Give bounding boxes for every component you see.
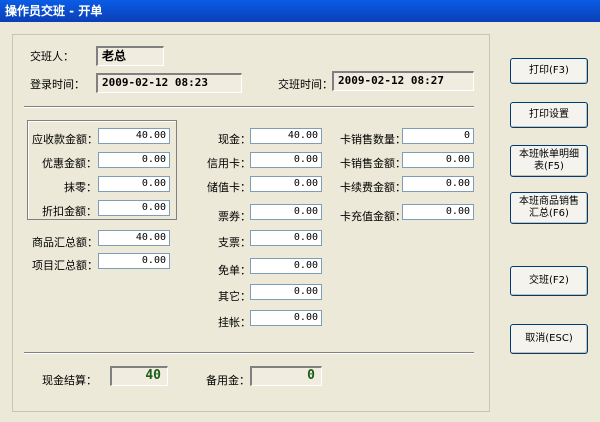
- login-time-field: 2009-02-12 08:23: [96, 73, 242, 93]
- reserve-label: 备用金：: [206, 374, 250, 387]
- goods-total-field[interactable]: 40.00: [98, 230, 170, 246]
- other-label: 其它：: [218, 290, 251, 303]
- item-total-label: 项目汇总额：: [32, 259, 98, 272]
- cheque-field[interactable]: 0.00: [250, 230, 322, 246]
- rebate-label: 折扣金额：: [42, 205, 97, 218]
- cash-settle-label: 现金结算：: [42, 374, 97, 387]
- coupon-field[interactable]: 0.00: [250, 204, 322, 220]
- discount-label: 优惠金额：: [42, 157, 97, 170]
- reserve-field: 0: [250, 366, 322, 386]
- cash-label: 现金：: [218, 133, 251, 146]
- handover-button[interactable]: 交班(F2): [510, 266, 588, 296]
- free-label: 免单：: [218, 264, 251, 277]
- handover-time-label: 交班时间：: [278, 78, 333, 91]
- card-sales-amt-field[interactable]: 0.00: [402, 152, 474, 168]
- cheque-label: 支票：: [218, 236, 251, 249]
- other-field[interactable]: 0.00: [250, 284, 322, 300]
- rebate-field[interactable]: 0.00: [98, 200, 170, 216]
- title-bar: 操作员交班 - 开单: [0, 0, 600, 22]
- free-field[interactable]: 0.00: [250, 258, 322, 274]
- card-renew-field[interactable]: 0.00: [402, 176, 474, 192]
- card-renew-label: 卡续费金额：: [340, 181, 406, 194]
- cash-settle-field: 40: [110, 366, 168, 386]
- print-button[interactable]: 打印(F3): [510, 58, 588, 84]
- discount-field[interactable]: 0.00: [98, 152, 170, 168]
- cancel-button[interactable]: 取消(ESC): [510, 324, 588, 354]
- print-settings-button[interactable]: 打印设置: [510, 102, 588, 128]
- divider-bottom: [24, 352, 474, 354]
- handover-time-field: 2009-02-12 08:27: [332, 71, 474, 91]
- rounding-label: 抹零：: [64, 181, 97, 194]
- credit-account-label: 挂帐：: [218, 316, 251, 329]
- credit-card-field[interactable]: 0.00: [250, 152, 322, 168]
- card-recharge-label: 卡充值金额：: [340, 210, 406, 223]
- cash-field[interactable]: 40.00: [250, 128, 322, 144]
- card-sales-amt-label: 卡销售金额：: [340, 157, 406, 170]
- credit-account-field[interactable]: 0.00: [250, 310, 322, 326]
- handover-window: 操作员交班 - 开单 交班人： 老总 登录时间： 2009-02-12 08:2…: [0, 0, 600, 422]
- receivable-label: 应收款金额：: [32, 133, 98, 146]
- item-total-field[interactable]: 0.00: [98, 253, 170, 269]
- shift-detail-button[interactable]: 本班帐单明细表(F5): [510, 145, 588, 177]
- card-recharge-field[interactable]: 0.00: [402, 204, 474, 220]
- credit-card-label: 信用卡：: [207, 157, 251, 170]
- card-sales-qty-label: 卡销售数量：: [340, 133, 406, 146]
- handover-person-field: 老总: [96, 46, 164, 66]
- stored-card-field[interactable]: 0.00: [250, 176, 322, 192]
- handover-person-label: 交班人：: [30, 50, 74, 63]
- goods-summary-button[interactable]: 本班商品销售汇总(F6): [510, 192, 588, 224]
- divider-top: [24, 106, 474, 108]
- login-time-label: 登录时间：: [30, 78, 85, 91]
- stored-card-label: 储值卡：: [207, 181, 251, 194]
- coupon-label: 票券：: [218, 210, 251, 223]
- receivable-field[interactable]: 40.00: [98, 128, 170, 144]
- card-sales-qty-field[interactable]: 0: [402, 128, 474, 144]
- rounding-field[interactable]: 0.00: [98, 176, 170, 192]
- goods-total-label: 商品汇总额：: [32, 236, 98, 249]
